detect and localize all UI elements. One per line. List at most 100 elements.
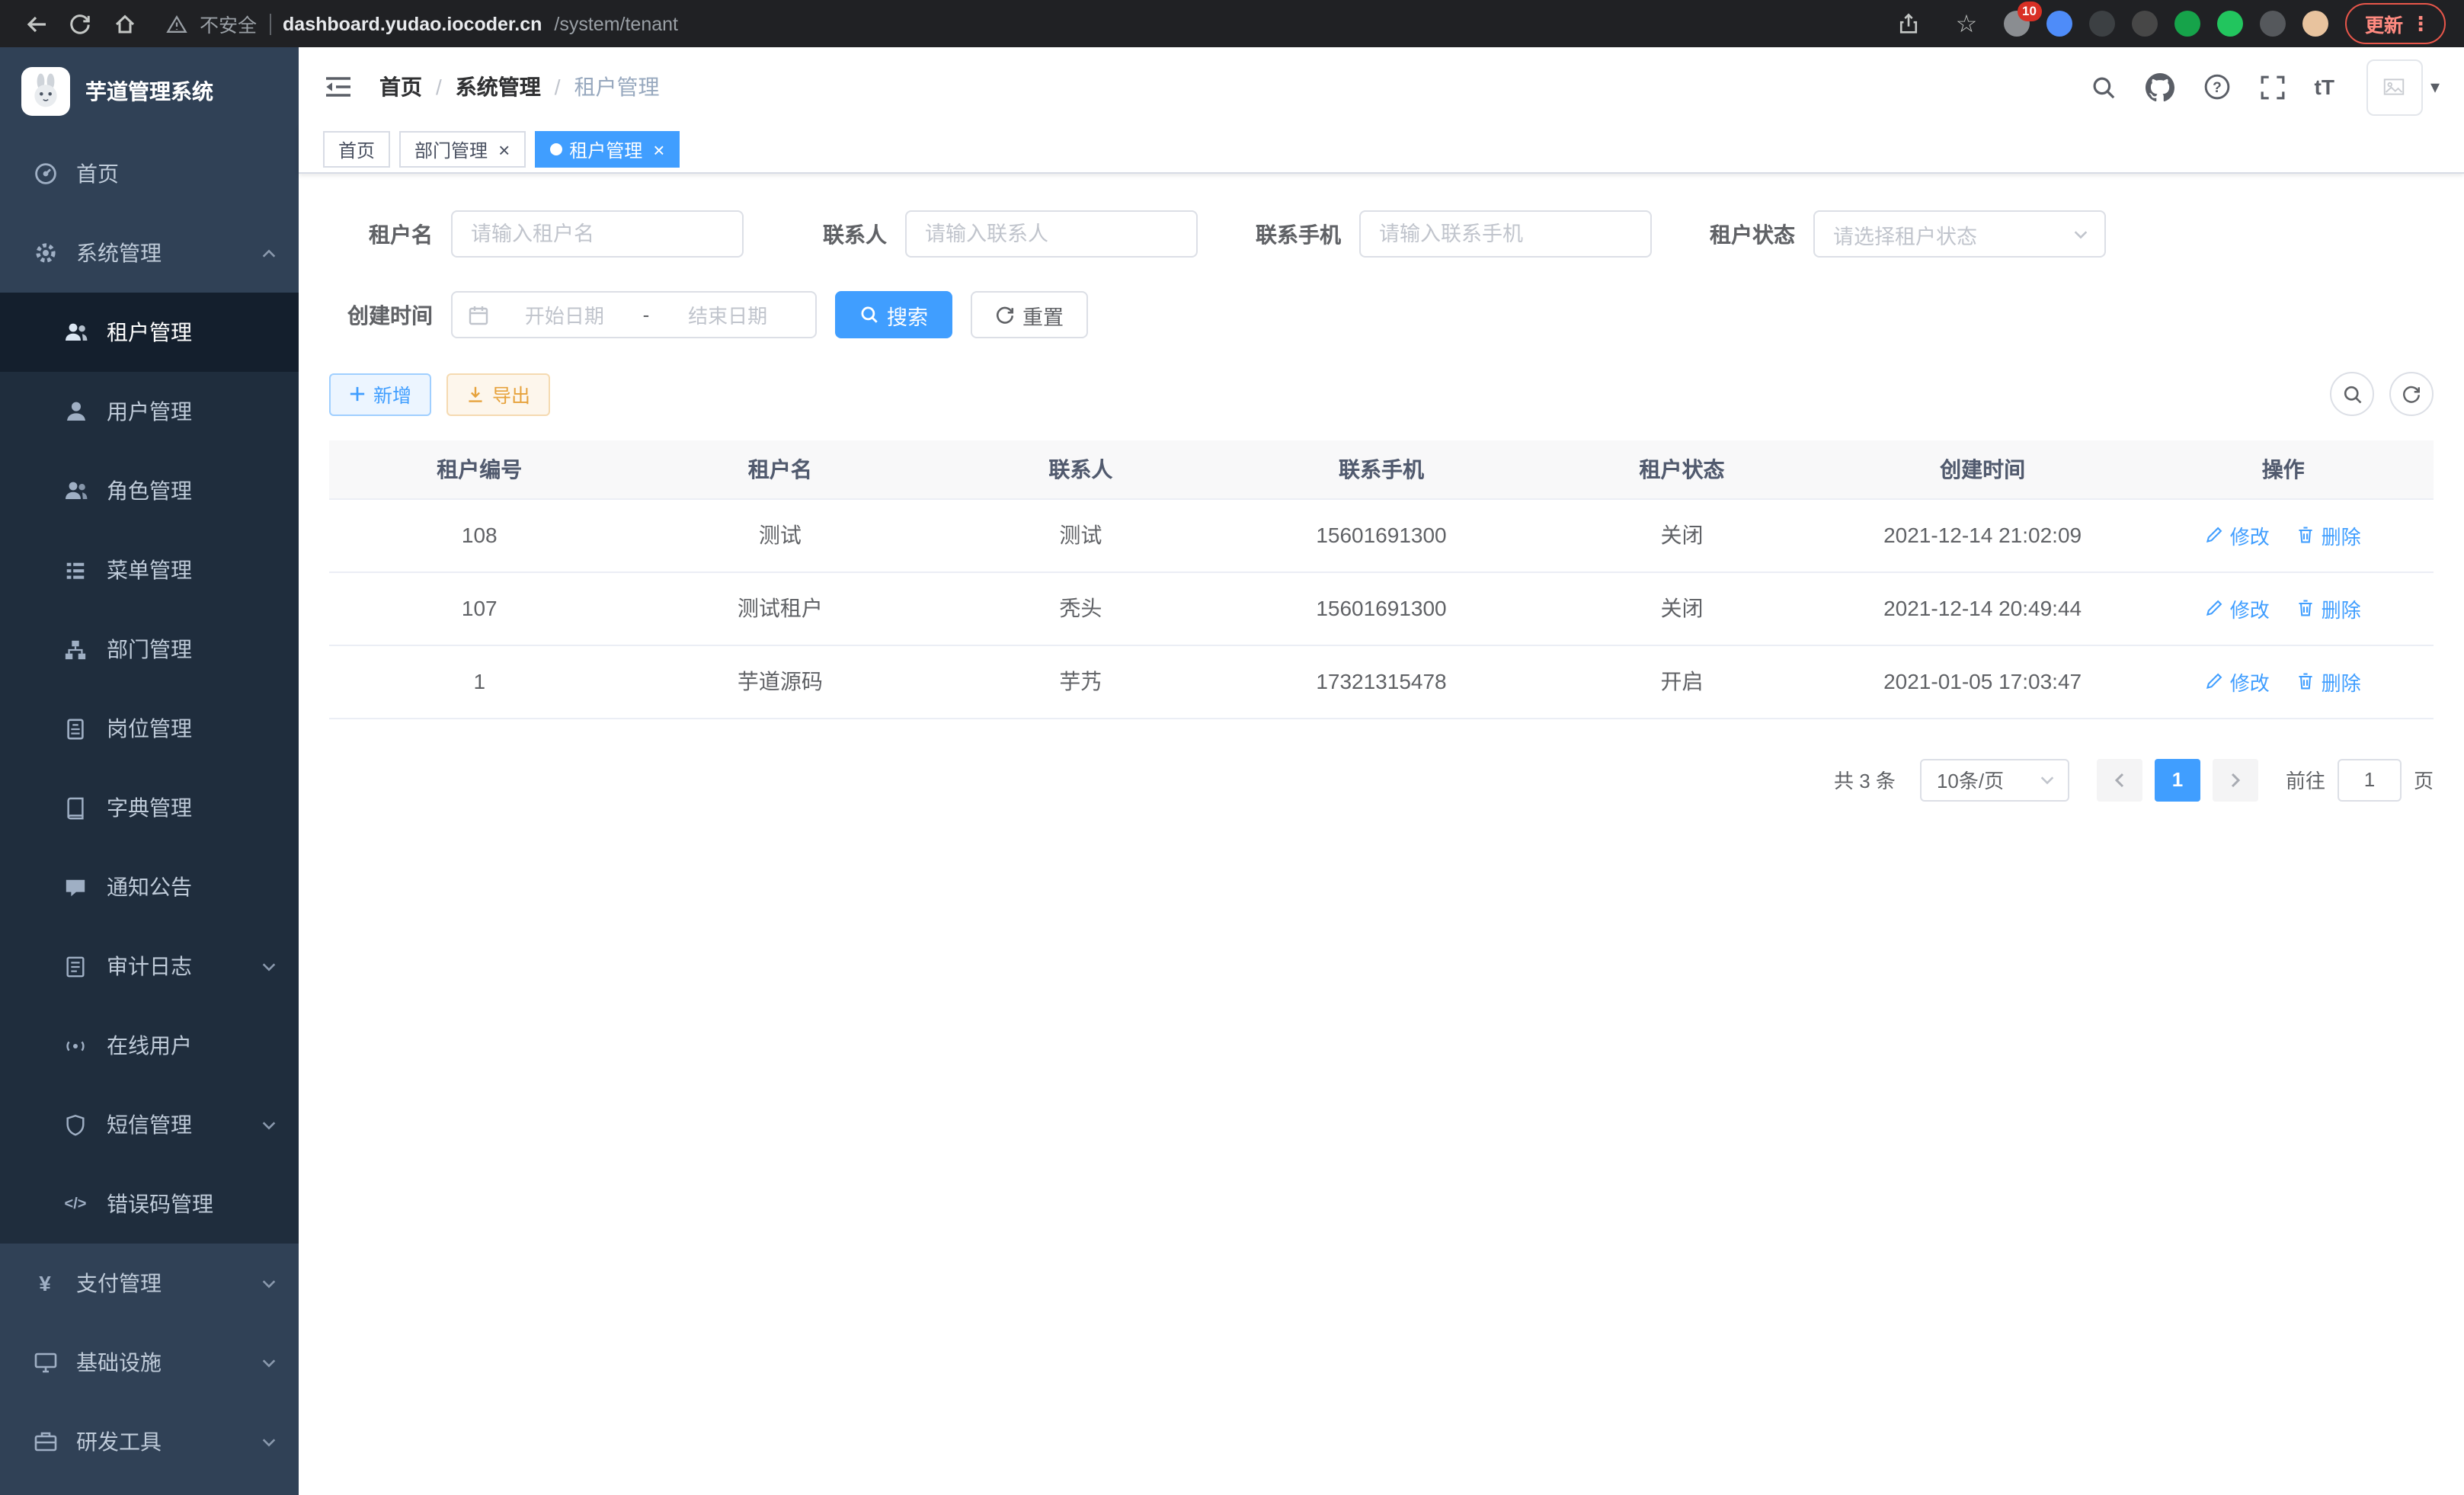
cell-contact: 芋艿: [930, 645, 1231, 718]
users-icon: [62, 319, 88, 345]
active-tab-dot: [549, 143, 562, 155]
edit-button[interactable]: 修改: [2206, 520, 2270, 549]
extension-icon[interactable]: 10: [2004, 11, 2030, 37]
sidebar-item-user-management[interactable]: 用户管理: [0, 372, 299, 451]
sidebar-item-notice[interactable]: 通知公告: [0, 847, 299, 927]
sidebar-item-system-management[interactable]: 系统管理: [0, 213, 299, 293]
sidebar-item-post-management[interactable]: 岗位管理: [0, 689, 299, 768]
tab-tenant-management[interactable]: 租户管理 ×: [534, 131, 680, 168]
share-icon[interactable]: [1888, 3, 1929, 44]
reload-icon[interactable]: [59, 3, 101, 44]
extension-puzzle-icon[interactable]: [2260, 11, 2286, 37]
browser-chrome: 不安全 dashboard.yudao.iocoder.cn/system/te…: [0, 0, 2464, 47]
close-icon[interactable]: ×: [653, 139, 664, 159]
back-icon[interactable]: [15, 3, 56, 44]
breadcrumb-home[interactable]: 首页: [379, 72, 422, 102]
app-logo[interactable]: 芋道管理系统: [0, 47, 299, 134]
goto-page-input[interactable]: [2338, 758, 2402, 801]
sidebar-item-payment-management[interactable]: ¥ 支付管理: [0, 1244, 299, 1323]
prev-page-button[interactable]: [2097, 758, 2142, 801]
sidebar-item-infrastructure[interactable]: 基础设施: [0, 1323, 299, 1402]
sidebar-item-menu-management[interactable]: 菜单管理: [0, 530, 299, 610]
trash-icon: [2297, 526, 2315, 544]
delete-button[interactable]: 删除: [2297, 520, 2361, 549]
page-number-button[interactable]: 1: [2155, 758, 2200, 801]
extension-badge: 10: [2017, 2, 2042, 21]
font-size-icon[interactable]: tT: [2315, 72, 2334, 102]
extension-icon[interactable]: [2046, 11, 2072, 37]
tab-dept-management[interactable]: 部门管理 ×: [399, 131, 525, 168]
edit-button[interactable]: 修改: [2206, 667, 2270, 696]
column-created: 创建时间: [1832, 440, 2133, 498]
column-status: 租户状态: [1531, 440, 1832, 498]
help-icon[interactable]: ?: [2202, 72, 2232, 102]
sidebar-item-dict-management[interactable]: 字典管理: [0, 768, 299, 847]
column-tenant-name: 租户名: [630, 440, 931, 498]
search-button[interactable]: 搜索: [835, 291, 952, 338]
sidebar-item-role-management[interactable]: 角色管理: [0, 451, 299, 530]
sidebar-item-dev-tools[interactable]: 研发工具: [0, 1402, 299, 1481]
cell-created: 2021-12-14 20:49:44: [1832, 571, 2133, 645]
add-button[interactable]: 新增: [329, 373, 431, 415]
contact-input[interactable]: [905, 210, 1198, 258]
table-row: 107 测试租户 秃头 15601691300 关闭 2021-12-14 20…: [329, 571, 2434, 645]
gear-icon: [32, 240, 58, 266]
user-menu[interactable]: ▾: [2366, 59, 2440, 115]
delete-button[interactable]: 删除: [2297, 667, 2361, 696]
sidebar-toggle-icon[interactable]: [323, 70, 357, 104]
page-unit-label: 页: [2414, 765, 2434, 794]
status-select[interactable]: 请选择租户状态: [1813, 210, 2106, 258]
total-count: 共 3 条: [1834, 765, 1896, 794]
github-icon[interactable]: [2146, 72, 2176, 102]
bookmark-star-icon[interactable]: ☆: [1946, 3, 1987, 44]
extension-icon[interactable]: [2089, 11, 2115, 37]
chevron-down-icon: [261, 1433, 277, 1450]
sidebar-item-dept-management[interactable]: 部门管理: [0, 610, 299, 689]
chevron-left-icon: [2110, 770, 2129, 789]
search-icon[interactable]: [2089, 72, 2120, 102]
cell-contact: 秃头: [930, 571, 1231, 645]
table-row: 108 测试 测试 15601691300 关闭 2021-12-14 21:0…: [329, 498, 2434, 571]
extension-icon[interactable]: [2132, 11, 2158, 37]
phone-input[interactable]: [1359, 210, 1652, 258]
signal-icon: [62, 1032, 88, 1058]
address-bar[interactable]: 不安全 dashboard.yudao.iocoder.cn/system/te…: [166, 9, 1885, 38]
page-size-select[interactable]: 10条/页: [1920, 758, 2069, 801]
sidebar-item-online-users[interactable]: 在线用户: [0, 1006, 299, 1085]
tenant-table: 租户编号 租户名 联系人 联系手机 租户状态 创建时间 操作 108 测试: [329, 440, 2434, 719]
table-header: 租户编号 租户名 联系人 联系手机 租户状态 创建时间 操作: [329, 440, 2434, 498]
extension-icon[interactable]: [2174, 11, 2200, 37]
refresh-table-button[interactable]: [2389, 372, 2434, 416]
date-range-picker[interactable]: 开始日期 - 结束日期: [451, 291, 817, 338]
sidebar-item-sms-management[interactable]: 短信管理: [0, 1085, 299, 1164]
edit-button[interactable]: 修改: [2206, 594, 2270, 623]
breadcrumb-separator: /: [436, 75, 442, 99]
reset-button[interactable]: 重置: [971, 291, 1088, 338]
breadcrumb-system-management[interactable]: 系统管理: [456, 72, 541, 102]
update-button[interactable]: 更新 ⋮: [2345, 3, 2446, 44]
tab-home[interactable]: 首页: [323, 131, 390, 168]
tenant-name-input[interactable]: [451, 210, 744, 258]
refresh-icon: [2402, 384, 2421, 404]
next-page-button[interactable]: [2213, 758, 2258, 801]
fullscreen-icon[interactable]: [2258, 72, 2289, 102]
delete-button[interactable]: 删除: [2297, 594, 2361, 623]
close-icon[interactable]: ×: [498, 139, 510, 159]
edit-icon: [2206, 526, 2224, 544]
home-icon[interactable]: [104, 3, 145, 44]
sidebar-item-tenant-management[interactable]: 租户管理: [0, 293, 299, 372]
document-icon: [62, 953, 88, 979]
sidebar-item-error-code-management[interactable]: </> 错误码管理: [0, 1164, 299, 1244]
chevron-down-icon: [261, 1116, 277, 1133]
toggle-search-button[interactable]: [2330, 372, 2374, 416]
sidebar-item-home[interactable]: 首页: [0, 134, 299, 213]
sidebar-item-audit-log[interactable]: 审计日志: [0, 927, 299, 1006]
url-host: dashboard.yudao.iocoder.cn: [283, 13, 542, 34]
profile-avatar[interactable]: [2302, 11, 2328, 37]
extension-icon[interactable]: [2217, 11, 2243, 37]
export-button[interactable]: 导出: [446, 373, 550, 415]
message-icon: [62, 874, 88, 900]
divider: [269, 13, 270, 34]
browser-menu-icon[interactable]: ⋮: [2411, 11, 2430, 36]
monitor-icon: [32, 1349, 58, 1375]
